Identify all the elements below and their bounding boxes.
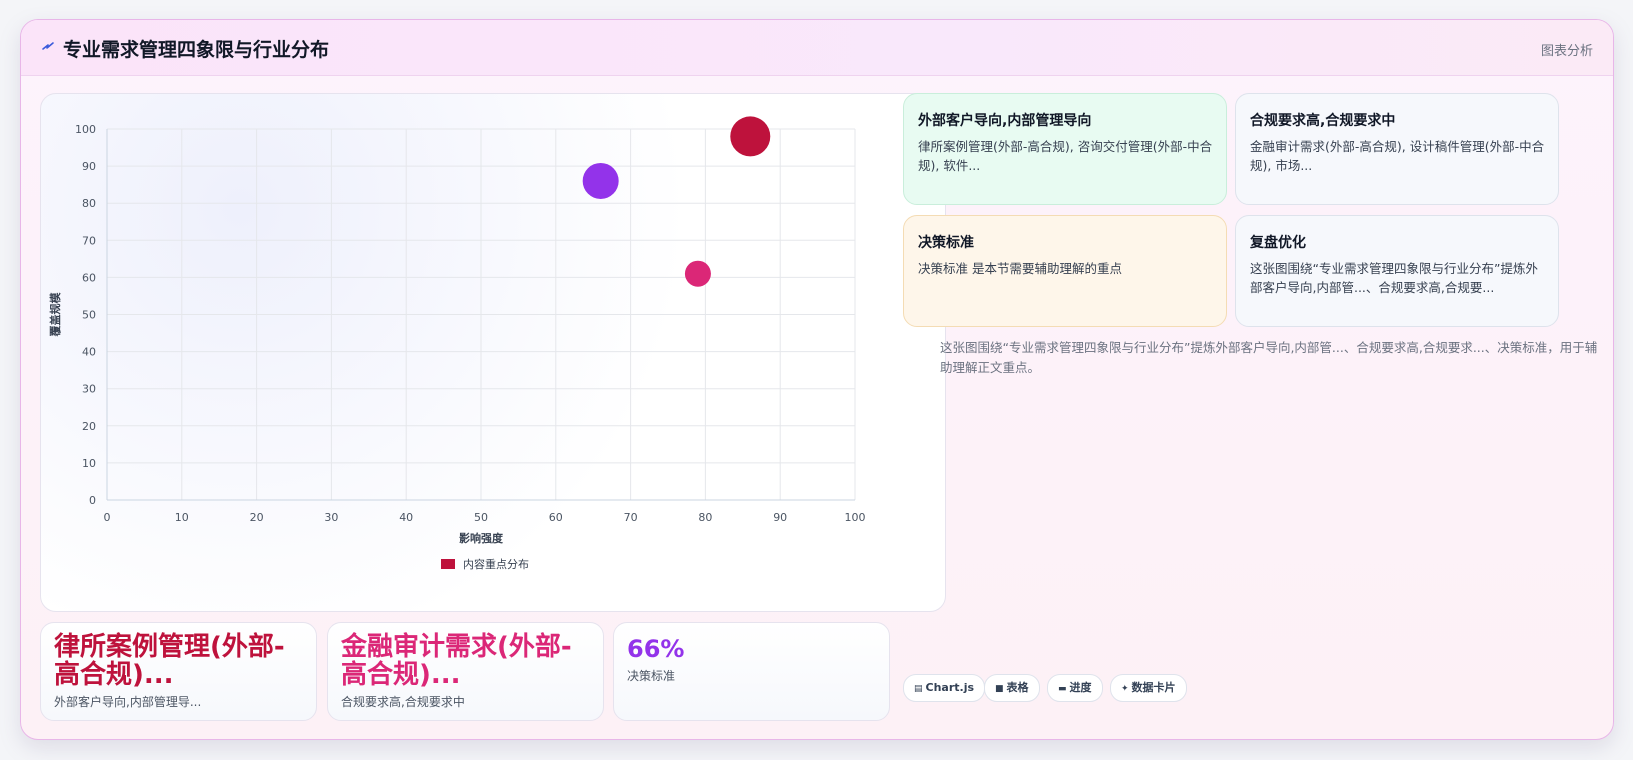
stat-card-1: 律所案例管理(外部-高合规)... 外部客户导向,内部管理导...: [40, 622, 317, 721]
progress-icon: ▬: [1058, 684, 1067, 694]
chip-progress[interactable]: ▬ 进度: [1047, 674, 1103, 702]
y-tick-label: 50: [82, 309, 96, 322]
info-card-title: 决策标准: [918, 235, 974, 251]
chip-label: 进度: [1069, 681, 1092, 694]
chart-panel: 专业需求管理四象限与行业分布 图表分析 0 10 20 30 40 50 60 70 80 90 1…: [20, 19, 1614, 740]
y-tick-label: 30: [82, 383, 96, 396]
y-tick-label: 80: [82, 197, 96, 210]
bubble-chart-card: 0 10 20 30 40 50 60 70 80 90 100 0 10 20 30 40 50 60 70 80 9…: [40, 93, 946, 612]
bubble-point: [684, 260, 711, 287]
bubble-chart: 0 10 20 30 40 50 60 70 80 90 100 0 10 20 30 40 50 60 70 80 9…: [48, 116, 866, 571]
x-tick-label: 0: [104, 511, 111, 524]
info-card-1: 外部客户导向,内部管理导向 律所案例管理(外部-高合规), 咨询交付管理(外部-…: [903, 93, 1227, 205]
y-tick-label: 10: [82, 457, 96, 470]
x-axis-title: 影响强度: [459, 531, 504, 545]
x-tick-label: 100: [845, 511, 866, 524]
stat-label: 外部客户导向,内部管理导...: [54, 695, 202, 709]
y-tick-label: 40: [82, 346, 96, 359]
chip-label: 数据卡片: [1131, 681, 1176, 694]
x-tick-label: 30: [324, 511, 338, 524]
y-tick-label: 0: [89, 494, 96, 507]
stat-label: 合规要求高,合规要求中: [341, 695, 465, 709]
bubble-point: [582, 162, 619, 199]
stat-value: 律所案例管理(外部-高合规)...: [54, 632, 285, 690]
info-card-title: 合规要求高,合规要求中: [1250, 113, 1396, 129]
x-tick-label: 80: [698, 511, 712, 524]
x-tick-label: 90: [773, 511, 787, 524]
chip-table[interactable]: ■ 表格: [984, 674, 1040, 702]
chip-data-cards[interactable]: ✦ 数据卡片: [1110, 674, 1187, 702]
bubble-point: [730, 116, 771, 157]
y-tick-label: 100: [75, 123, 96, 136]
stat-card-2: 金融审计需求(外部-高合规)... 合规要求高,合规要求中: [327, 622, 604, 721]
page-title: 专业需求管理四象限与行业分布: [63, 39, 330, 61]
y-tick-label: 60: [82, 271, 96, 284]
y-axis-title: 覆盖规模: [48, 292, 62, 337]
y-tick-label: 70: [82, 234, 96, 247]
summary-text: 这张图围绕“专业需求管理四象限与行业分布”提炼外部客户导向,内部管...、合规要…: [940, 340, 1598, 375]
info-card-body: 金融审计需求(外部-高合规), 设计稿件管理(外部-中合规), 市场...: [1250, 139, 1545, 173]
stat-value: 金融审计需求(外部-高合规)...: [341, 632, 572, 690]
info-card-body: 决策标准 是本节需要辅助理解的重点: [918, 261, 1122, 276]
info-card-body: 这张图围绕“专业需求管理四象限与行业分布”提炼外部客户导向,内部管...、合规要…: [1250, 261, 1538, 295]
stat-value: 66%: [627, 635, 685, 663]
legend-label: 内容重点分布: [463, 557, 529, 571]
chip-label: Chart.js: [925, 681, 975, 694]
table-icon: ■: [995, 684, 1004, 694]
x-tick-label: 40: [399, 511, 413, 524]
info-card-2: 合规要求高,合规要求中 金融审计需求(外部-高合规), 设计稿件管理(外部-中合…: [1235, 93, 1559, 205]
x-tick-label: 50: [474, 511, 488, 524]
x-tick-label: 70: [624, 511, 638, 524]
info-card-4: 复盘优化 这张图围绕“专业需求管理四象限与行业分布”提炼外部客户导向,内部管..…: [1235, 215, 1559, 327]
chart-analysis-label: 图表分析: [1540, 44, 1593, 59]
info-card-body: 律所案例管理(外部-高合规), 咨询交付管理(外部-中合规), 软件...: [918, 139, 1213, 173]
chip-chartjs[interactable]: ▤ Chart.js: [903, 674, 986, 702]
x-tick-label: 20: [250, 511, 264, 524]
x-tick-label: 10: [175, 511, 189, 524]
info-card-3: 决策标准 决策标准 是本节需要辅助理解的重点: [903, 215, 1227, 327]
info-card-title: 复盘优化: [1250, 235, 1306, 251]
lightning-icon: [42, 42, 54, 50]
y-tick-label: 90: [82, 160, 96, 173]
y-tick-label: 20: [82, 420, 96, 433]
stat-card-3: 66% 决策标准: [613, 622, 890, 721]
info-card-title: 外部客户导向,内部管理导向: [918, 113, 1092, 129]
stat-label: 决策标准: [627, 669, 676, 683]
x-tick-label: 60: [549, 511, 563, 524]
legend-swatch: [441, 559, 455, 569]
chip-label: 表格: [1006, 681, 1029, 694]
chart-icon: ▤: [914, 684, 923, 694]
sparkle-icon: ✦: [1121, 684, 1129, 694]
panel-header: 专业需求管理四象限与行业分布 图表分析: [21, 20, 1613, 76]
